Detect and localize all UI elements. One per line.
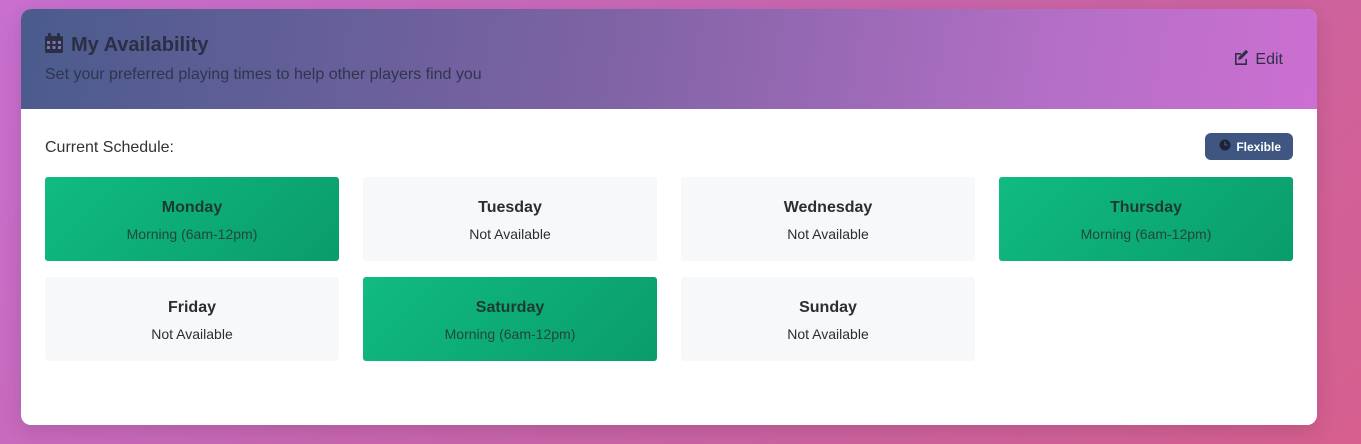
- edit-icon: [1233, 49, 1249, 70]
- badge-label: Flexible: [1236, 139, 1281, 154]
- edit-button[interactable]: Edit: [1233, 49, 1283, 70]
- page-title: My Availability: [71, 34, 209, 56]
- day-name: Saturday: [475, 298, 545, 316]
- day-card-wednesday: Wednesday Not Available: [681, 177, 975, 261]
- availability-card: My Availability Set your preferred playi…: [21, 9, 1317, 425]
- day-grid: Monday Morning (6am-12pm) Tuesday Not Av…: [45, 177, 1293, 361]
- day-name: Monday: [161, 198, 223, 216]
- clock-icon: [1219, 139, 1231, 154]
- day-status: Not Available: [787, 225, 869, 242]
- day-name: Sunday: [799, 298, 857, 316]
- day-card-thursday: Thursday Morning (6am-12pm): [999, 177, 1293, 261]
- day-name: Tuesday: [478, 198, 542, 216]
- title-row: My Availability: [45, 33, 1293, 58]
- day-name: Thursday: [1109, 198, 1182, 216]
- day-status: Not Available: [787, 325, 869, 342]
- day-name: Wednesday: [783, 198, 873, 216]
- day-card-monday: Monday Morning (6am-12pm): [45, 177, 339, 261]
- card-body: Current Schedule: Flexible Monday Mornin…: [21, 109, 1317, 385]
- day-status: Morning (6am-12pm): [1080, 225, 1212, 242]
- day-name: Friday: [167, 298, 216, 316]
- day-status: Not Available: [469, 225, 551, 242]
- day-card-tuesday: Tuesday Not Available: [363, 177, 657, 261]
- day-status: Morning (6am-12pm): [444, 325, 576, 342]
- day-card-saturday: Saturday Morning (6am-12pm): [363, 277, 657, 361]
- schedule-label: Current Schedule:: [45, 139, 174, 156]
- card-header: My Availability Set your preferred playi…: [21, 9, 1317, 109]
- flexible-badge: Flexible: [1205, 133, 1293, 160]
- calendar-icon: [45, 33, 63, 58]
- day-card-sunday: Sunday Not Available: [681, 277, 975, 361]
- page-subtitle: Set your preferred playing times to help…: [45, 66, 482, 83]
- day-status: Not Available: [151, 325, 233, 342]
- day-status: Morning (6am-12pm): [126, 225, 258, 242]
- edit-label: Edit: [1255, 50, 1283, 68]
- day-card-friday: Friday Not Available: [45, 277, 339, 361]
